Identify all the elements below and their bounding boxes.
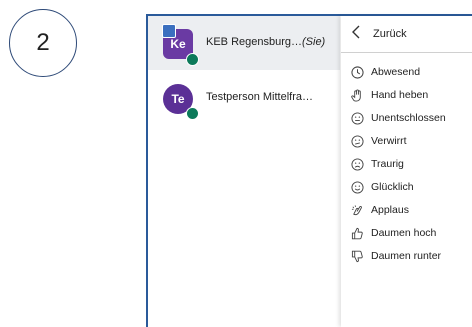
menu-item-applaus[interactable]: Applaus — [341, 199, 472, 221]
menu-item-traurig[interactable]: Traurig — [341, 153, 472, 175]
participant-row[interactable]: Te Testperson Mittelfra… — [148, 76, 340, 130]
menu-item-label: Daumen hoch — [371, 227, 437, 239]
menu-item-gluecklich[interactable]: Glücklich — [341, 176, 472, 198]
menu-item-label: Hand heben — [371, 89, 429, 101]
clock-icon — [350, 65, 364, 79]
participant-name: Testperson Mittelfra… — [206, 91, 313, 103]
menu-item-label: Daumen runter — [371, 250, 442, 262]
chevron-left-icon — [351, 25, 369, 44]
reactions-menu: Zurück Abwesend Hand heben Unentschlosse… — [341, 16, 472, 327]
organizer-badge-icon — [162, 24, 176, 38]
menu-item-verwirrt[interactable]: Verwirrt — [341, 130, 472, 152]
step-number-circle: 2 — [9, 9, 77, 77]
participant-list: Ke KEB Regensburg…(Sie) Te Testperson Mi… — [148, 16, 340, 327]
hand-icon — [350, 88, 364, 102]
menu-item-label: Verwirrt — [371, 135, 407, 147]
step-number: 2 — [36, 29, 50, 56]
menu-item-label: Glücklich — [371, 181, 414, 193]
participant-name: KEB Regensburg…(Sie) — [206, 36, 325, 48]
menu-item-label: Abwesend — [371, 66, 421, 78]
undecided-face-icon — [350, 111, 364, 125]
menu-item-hand-heben[interactable]: Hand heben — [341, 84, 472, 106]
participants-panel: Ke KEB Regensburg…(Sie) Te Testperson Mi… — [146, 14, 472, 327]
you-label: (Sie) — [302, 36, 326, 48]
participant-name-text: KEB Regensburg… — [206, 36, 302, 48]
menu-item-abwesend[interactable]: Abwesend — [341, 61, 472, 83]
thumbs-down-icon — [350, 249, 364, 263]
menu-item-daumen-hoch[interactable]: Daumen hoch — [341, 222, 472, 244]
back-button[interactable]: Zurück — [341, 16, 472, 53]
participant-name-text: Testperson Mittelfra… — [206, 91, 313, 103]
clapping-icon — [350, 203, 364, 217]
menu-item-daumen-runter[interactable]: Daumen runter — [341, 245, 472, 267]
presence-status-icon — [186, 107, 199, 120]
avatar-initials: Ke — [170, 37, 186, 51]
happy-face-icon — [350, 180, 364, 194]
confused-face-icon — [350, 134, 364, 148]
avatar-initials: Te — [171, 92, 185, 106]
menu-item-label: Unentschlossen — [371, 112, 446, 124]
menu-item-label: Traurig — [371, 158, 404, 170]
menu-item-unentschlossen[interactable]: Unentschlossen — [341, 107, 472, 129]
back-label: Zurück — [373, 28, 407, 40]
sad-face-icon — [350, 157, 364, 171]
thumbs-up-icon — [350, 226, 364, 240]
participant-row-self[interactable]: Ke KEB Regensburg…(Sie) — [148, 16, 340, 70]
menu-item-label: Applaus — [371, 204, 409, 216]
presence-status-icon — [186, 53, 199, 66]
